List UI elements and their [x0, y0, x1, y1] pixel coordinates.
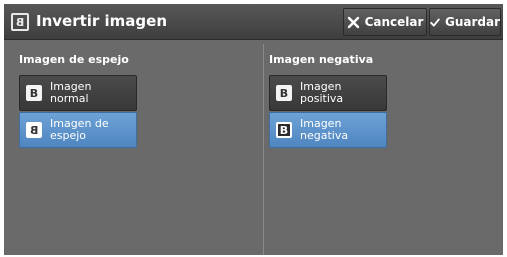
mirror-image-icon: B — [26, 122, 42, 138]
normal-image-option[interactable]: B Imagen normal — [19, 75, 137, 111]
close-icon — [347, 16, 359, 28]
mirror-image-icon-glyph: B — [29, 123, 39, 137]
normal-image-label: Imagen normal — [50, 80, 92, 105]
cancel-button[interactable]: Cancelar — [343, 8, 427, 36]
normal-image-icon-glyph: B — [29, 86, 39, 100]
negative-image-icon-glyph: B — [279, 123, 289, 137]
negative-image-label: Imagen negativa — [300, 117, 349, 142]
positive-image-option[interactable]: B Imagen positiva — [269, 75, 387, 111]
negative-image-icon: B — [276, 122, 292, 138]
negative-image-option[interactable]: B Imagen negativa — [269, 112, 387, 148]
checkmark-icon — [430, 18, 440, 26]
positive-image-icon: B — [276, 85, 292, 101]
title-icon-glyph: B — [15, 15, 25, 29]
normal-image-icon: B — [26, 85, 42, 101]
cancel-button-label: Cancelar — [364, 15, 424, 29]
save-button[interactable]: Guardar — [429, 8, 501, 36]
panel-divider — [263, 44, 264, 255]
mirror-image-option[interactable]: B Imagen de espejo — [19, 112, 137, 148]
negative-section-label: Imagen negativa — [269, 53, 374, 66]
mirror-section-label: Imagen de espejo — [19, 53, 129, 66]
positive-image-icon-glyph: B — [279, 86, 289, 100]
mirror-image-label: Imagen de espejo — [50, 117, 109, 142]
title-bar: B Invertir imagen Cancelar Guardar — [4, 4, 503, 40]
invert-image-icon: B — [11, 13, 29, 31]
save-button-label: Guardar — [444, 15, 500, 29]
positive-image-label: Imagen positiva — [300, 80, 344, 105]
page-title: Invertir imagen — [36, 12, 168, 30]
